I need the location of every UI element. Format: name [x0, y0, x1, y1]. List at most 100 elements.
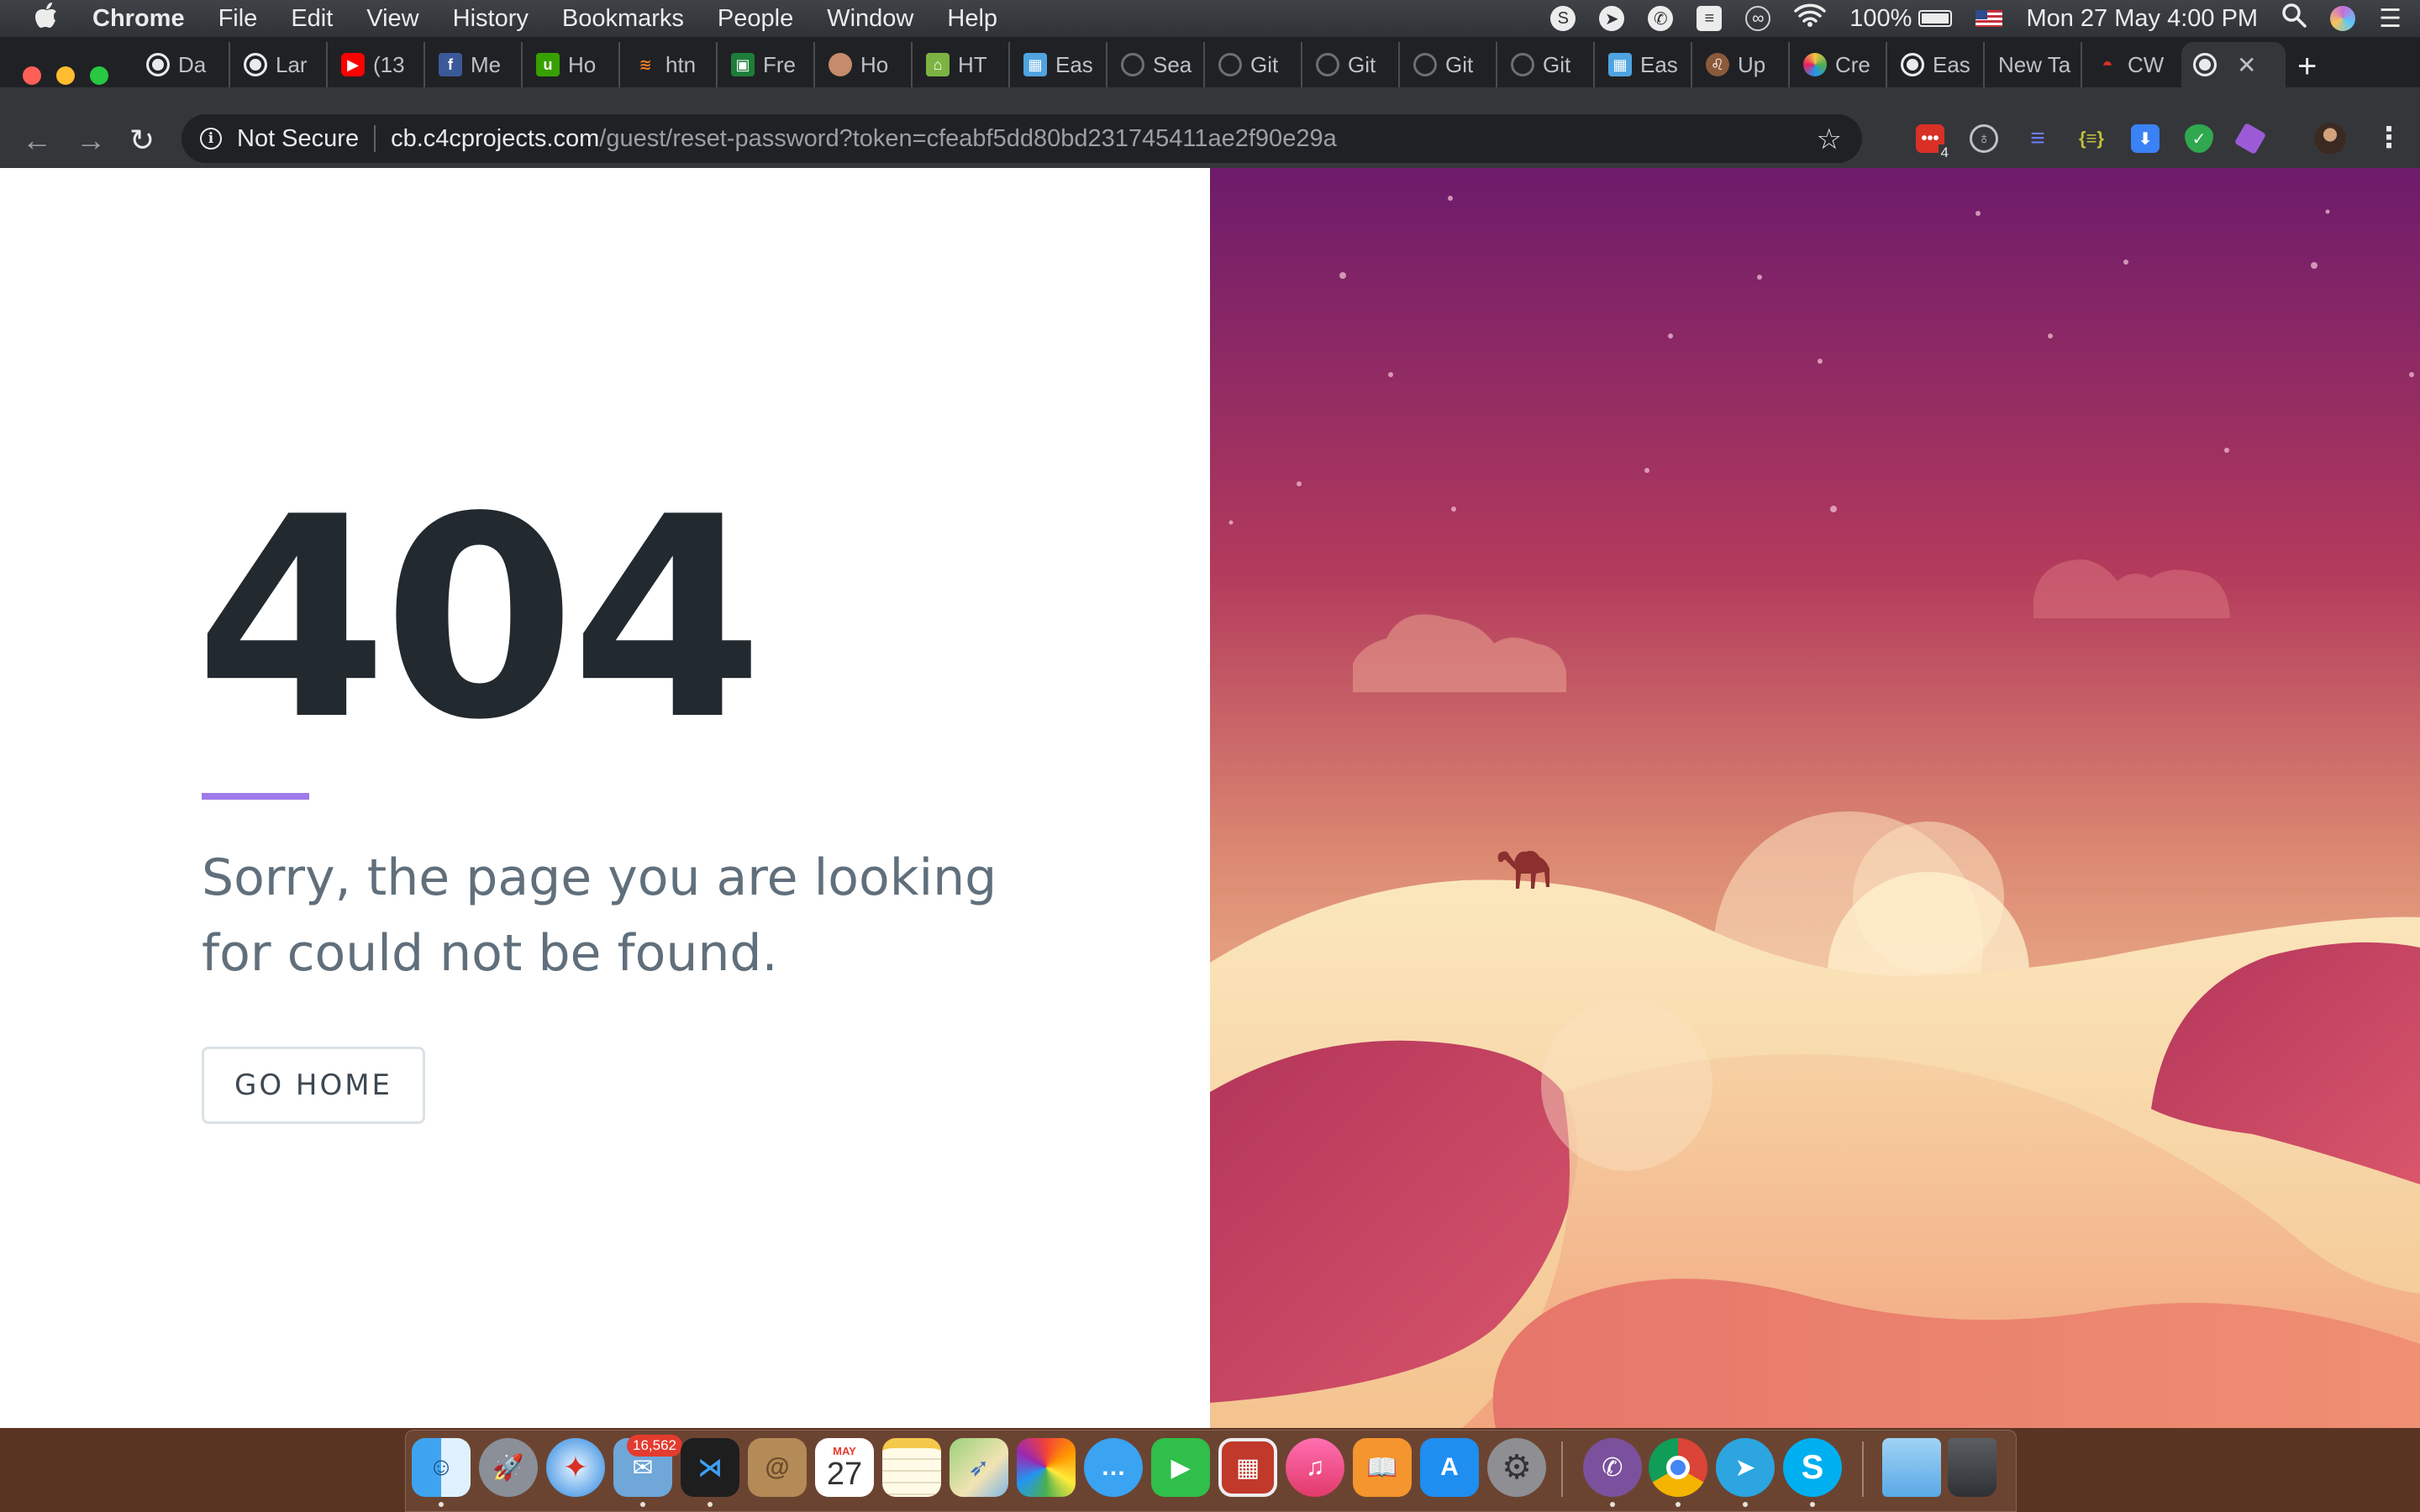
- telegram-tray-icon[interactable]: ➤: [1599, 6, 1625, 31]
- json-extension-icon[interactable]: {≡}: [2077, 124, 2106, 153]
- reload-button[interactable]: ↻: [129, 123, 155, 158]
- wifi-icon[interactable]: [1794, 3, 1827, 34]
- launchpad-icon[interactable]: 🚀: [479, 1438, 538, 1497]
- maps-icon[interactable]: ➶: [950, 1438, 1008, 1497]
- tab-close-icon[interactable]: ✕: [2237, 51, 2256, 79]
- running-indicator: [640, 1502, 645, 1507]
- forward-button[interactable]: →: [76, 123, 106, 158]
- tab[interactable]: u Ho: [524, 42, 620, 87]
- contacts-icon[interactable]: @: [748, 1438, 807, 1497]
- desert-illustration: [1210, 168, 2420, 1428]
- viber-tray-icon[interactable]: ✆: [1648, 6, 1674, 31]
- viber-icon[interactable]: ✆: [1583, 1438, 1642, 1497]
- tab[interactable]: Lar: [232, 42, 328, 87]
- spotlight-search-icon[interactable]: [2281, 3, 2307, 34]
- tab[interactable]: ≋ htn: [622, 42, 718, 87]
- photo-booth-icon[interactable]: ▦: [1218, 1438, 1277, 1497]
- battery-status[interactable]: 100%: [1849, 5, 1953, 33]
- menu-view[interactable]: View: [366, 5, 418, 33]
- url-path[interactable]: /guest/reset-password?token=cfeabf5dd80b…: [599, 125, 1336, 153]
- menu-history[interactable]: History: [453, 5, 529, 33]
- notes-icon[interactable]: [882, 1438, 941, 1497]
- github-icon: [1413, 53, 1437, 76]
- tab-title: Git: [1348, 51, 1376, 77]
- back-button[interactable]: ←: [22, 123, 52, 158]
- tab[interactable]: Ho: [817, 42, 913, 87]
- skype-tray-icon[interactable]: S: [1550, 6, 1576, 31]
- tab-title: CW: [2128, 51, 2165, 77]
- window-close-button[interactable]: [23, 66, 41, 85]
- messages-icon[interactable]: …: [1084, 1438, 1143, 1497]
- tab-active[interactable]: ✕: [2181, 42, 2286, 87]
- menu-window[interactable]: Window: [827, 5, 913, 33]
- tab[interactable]: Git: [1402, 42, 1497, 87]
- tab[interactable]: Git: [1499, 42, 1595, 87]
- tab[interactable]: f Me: [427, 42, 523, 87]
- system-preferences-icon[interactable]: ⚙: [1487, 1438, 1546, 1497]
- running-indicator: [1743, 1502, 1748, 1507]
- app-store-icon[interactable]: A: [1420, 1438, 1479, 1497]
- profile-avatar[interactable]: [2314, 123, 2346, 155]
- notes-tray-icon[interactable]: ≡: [1697, 6, 1723, 31]
- tab[interactable]: Da: [134, 42, 230, 87]
- site-info-icon[interactable]: i: [200, 128, 222, 150]
- menu-people[interactable]: People: [718, 5, 793, 33]
- extension-badge: 4: [1938, 144, 1951, 161]
- menu-file[interactable]: File: [218, 5, 258, 33]
- menu-edit[interactable]: Edit: [291, 5, 333, 33]
- tab[interactable]: ▶ (13: [329, 42, 425, 87]
- creative-cloud-tray-icon[interactable]: ∞: [1745, 6, 1771, 31]
- tab[interactable]: Sea: [1109, 42, 1205, 87]
- downloads-folder-icon[interactable]: [1882, 1438, 1941, 1497]
- telegram-icon[interactable]: ➤: [1716, 1438, 1775, 1497]
- finder-icon[interactable]: ☺: [412, 1438, 471, 1497]
- menu-bookmarks[interactable]: Bookmarks: [562, 5, 684, 33]
- desert-scene-image: [1210, 168, 2420, 1428]
- stack-extension-icon[interactable]: ≡: [2023, 124, 2052, 153]
- url-host[interactable]: cb.c4cprojects.com: [391, 125, 599, 153]
- vscode-icon[interactable]: ⋊: [681, 1438, 739, 1497]
- facetime-icon[interactable]: ▶: [1151, 1438, 1210, 1497]
- todo-extension-icon[interactable]: ••• 4: [1916, 124, 1951, 161]
- tab-title: Git: [1445, 51, 1474, 77]
- photos-icon[interactable]: [1017, 1438, 1076, 1497]
- ibooks-icon[interactable]: 📖: [1353, 1438, 1412, 1497]
- github-icon: [1121, 53, 1144, 76]
- go-home-button[interactable]: GO HOME: [202, 1047, 425, 1124]
- tab[interactable]: ▣ Fre: [719, 42, 815, 87]
- itunes-icon[interactable]: ♫: [1286, 1438, 1344, 1497]
- tab[interactable]: ◓ CW: [2084, 42, 2180, 87]
- window-minimize-button[interactable]: [56, 66, 75, 85]
- menu-help[interactable]: Help: [947, 5, 997, 33]
- security-status-label[interactable]: Not Secure: [237, 125, 359, 153]
- tab[interactable]: Git: [1304, 42, 1400, 87]
- download-extension-icon[interactable]: ⬇: [2131, 124, 2160, 153]
- tab[interactable]: Cre: [1791, 42, 1887, 87]
- trash-icon[interactable]: [1948, 1438, 1996, 1497]
- tab[interactable]: ▦ Eas: [1597, 42, 1692, 87]
- apple-menu-icon[interactable]: [0, 2, 92, 35]
- tab[interactable]: Git: [1207, 42, 1302, 87]
- input-source-us-flag-icon[interactable]: [1975, 10, 2003, 27]
- calendar-icon[interactable]: MAY 27: [815, 1438, 874, 1497]
- notification-center-icon[interactable]: ☰: [2379, 4, 2402, 34]
- chrome-icon[interactable]: [1649, 1438, 1707, 1497]
- app-name-menu[interactable]: Chrome: [92, 5, 185, 33]
- chrome-menu-icon[interactable]: ⋮: [2375, 123, 2403, 153]
- tab[interactable]: ▦ Eas: [1012, 42, 1107, 87]
- tab-title: Fre: [763, 51, 796, 77]
- tab[interactable]: Eas: [1889, 42, 1985, 87]
- tab[interactable]: ♌ Up: [1694, 42, 1790, 87]
- clock[interactable]: Mon 27 May 4:00 PM: [2026, 5, 2258, 33]
- tab[interactable]: New Ta: [1986, 42, 2082, 87]
- skype-icon[interactable]: S: [1783, 1438, 1842, 1497]
- siri-icon[interactable]: [2330, 6, 2356, 31]
- lightbulb-extension-icon[interactable]: ♁: [1970, 124, 1998, 153]
- new-tab-button[interactable]: +: [2297, 50, 2317, 83]
- github-icon: [1511, 53, 1534, 76]
- safari-icon[interactable]: ✦: [546, 1438, 605, 1497]
- bookmark-star-icon[interactable]: ☆: [1817, 123, 1842, 156]
- tab[interactable]: ⌂ HT: [914, 42, 1010, 87]
- window-zoom-button[interactable]: [90, 66, 108, 85]
- address-bar[interactable]: i Not Secure cb.c4cprojects.com/guest/re…: [182, 114, 1862, 163]
